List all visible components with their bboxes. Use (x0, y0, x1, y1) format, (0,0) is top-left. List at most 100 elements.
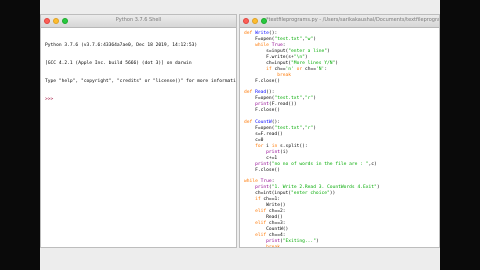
shell-title: Python 3.7.6 Shell (115, 17, 162, 23)
code-token: "r" (304, 126, 314, 131)
code-token: F.write(s+ (244, 54, 294, 60)
code-token: "enter choice" (291, 191, 330, 197)
code-token: "test.txt" (274, 96, 303, 102)
code-token: ) (327, 48, 330, 54)
code-token: print (255, 161, 269, 167)
code-token: : (271, 179, 275, 185)
code-token: print (266, 149, 280, 155)
shell-line: [GCC 4.2.1 (Apple Inc. build 5666) (dot … (45, 61, 192, 66)
code-token: "r" (304, 96, 314, 102)
code-token: ) (313, 126, 316, 131)
shell-titlebar[interactable]: Python 3.7.6 Shell (41, 15, 236, 28)
window-controls (243, 18, 267, 24)
code-token: CountW (255, 120, 272, 126)
code-token: elif (255, 232, 269, 238)
code-token: elif (255, 221, 269, 226)
code-token: print (255, 102, 269, 108)
code-token: (): (271, 120, 280, 126)
editor-window[interactable]: *textfileprograms.py - /Users/sarikakaus… (239, 14, 440, 248)
code-token: Write (255, 31, 269, 36)
editor-titlebar[interactable]: *textfileprograms.py - /Users/sarikakaus… (240, 15, 439, 28)
letterbox-left (0, 0, 40, 270)
code-token: ) (315, 238, 319, 244)
code-token: s=input( (244, 48, 289, 54)
code-token: while (244, 179, 261, 185)
code-token: "no no of words in the file are : " (271, 161, 369, 167)
code-token: for (255, 143, 267, 149)
code-token: Read() (244, 215, 283, 221)
code-token: s=F.read() (244, 131, 283, 137)
code-line[interactable]: break (244, 245, 435, 247)
code-token: Read (255, 90, 267, 96)
code-token: "test.txt" (274, 126, 303, 131)
python-shell-window[interactable]: Python 3.7.6 Shell Python 3.7.6 (v3.7.6:… (40, 14, 237, 248)
close-icon[interactable] (243, 18, 249, 24)
code-token: or (296, 66, 305, 72)
letterbox-right (440, 0, 480, 270)
code-token: F.close() (244, 78, 280, 84)
code-token: ch== (304, 66, 316, 72)
code-token: c+=1 (244, 155, 278, 161)
code-token: ,c) (368, 161, 377, 167)
code-token: c=0 (244, 137, 264, 143)
code-token: def (244, 90, 256, 96)
code-token: ch==1: (263, 197, 280, 203)
code-token: F=open( (244, 36, 275, 42)
code-token: ) (335, 60, 339, 66)
code-token: "Exiting..." (282, 238, 316, 244)
code-token: ch=int(input( (244, 191, 292, 197)
editor-title: *textfileprograms.py - /Users/sarikakaus… (266, 17, 439, 23)
shell-output[interactable]: Python 3.7.6 (v3.7.6:43364a7ae0, Dec 18 … (41, 28, 236, 118)
code-token: print (255, 185, 269, 191)
desktop: Python 3.7.6 Shell Python 3.7.6 (v3.7.6:… (40, 0, 440, 270)
code-token: 'n' (285, 66, 297, 72)
code-token: : (282, 42, 286, 48)
code-token: while (255, 42, 272, 48)
code-token: in (271, 143, 281, 149)
code-token: ch=input( (244, 60, 292, 66)
code-token: F=open( (244, 126, 275, 131)
shell-line: Type "help", "copyright", "credits" or "… (45, 79, 236, 84)
code-token: )) (329, 191, 336, 197)
code-token: (): (266, 90, 275, 96)
code-token: (): (268, 31, 278, 36)
code-token: (F.read()) (268, 102, 297, 108)
code-token: def (244, 31, 256, 36)
code-token: ch==2: (268, 209, 286, 215)
minimize-icon[interactable] (252, 18, 258, 24)
code-editor[interactable]: def Write(): F=open("test.txt","w") whil… (240, 28, 439, 247)
shell-prompt[interactable]: >>> (45, 97, 232, 103)
code-token: ) (313, 96, 316, 102)
code-token: ch== (274, 66, 286, 72)
code-token: s.split(): (280, 143, 308, 149)
code-token: ) (376, 185, 380, 191)
code-token: True (271, 42, 283, 48)
code-token: ) (313, 36, 316, 42)
code-token: "More lines Y/N" (291, 60, 336, 66)
shell-line: Python 3.7.6 (v3.7.6:43364a7ae0, Dec 18 … (45, 43, 198, 48)
code-token: break (277, 72, 292, 78)
code-token: "test.txt" (274, 36, 303, 42)
code-token: print (266, 238, 280, 244)
code-token: break (266, 245, 280, 247)
code-token: ch==3: (268, 221, 286, 226)
code-token: "\n" (293, 54, 305, 60)
code-token: ch==4: (268, 232, 286, 238)
code-token: F=open( (244, 96, 275, 102)
code-token: F.close() (244, 108, 280, 114)
code-token: ) (304, 54, 308, 60)
code-token: Write() (244, 203, 286, 209)
